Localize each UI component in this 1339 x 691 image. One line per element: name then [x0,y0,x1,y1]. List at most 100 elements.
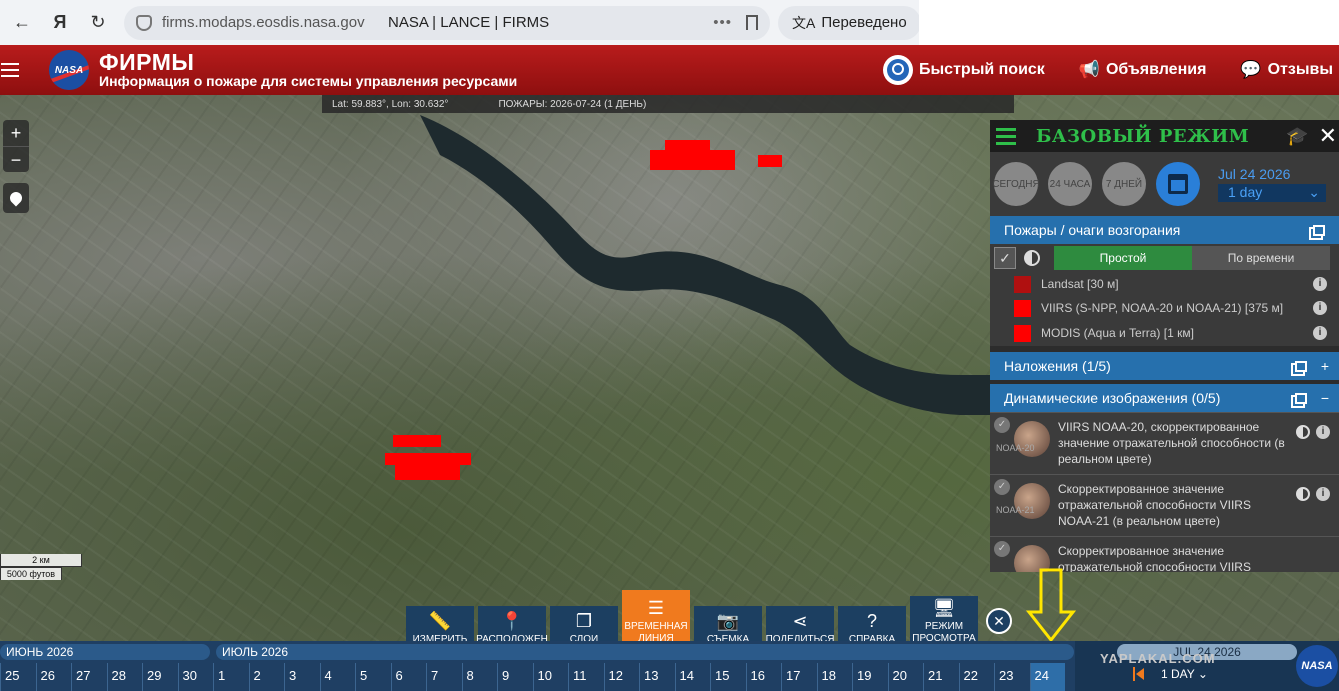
timeline-day[interactable]: 15 [710,663,746,691]
back-arrow-icon[interactable]: ← [6,7,38,39]
timeline-day[interactable]: 1 [213,663,249,691]
timeline-day[interactable]: 26 [35,663,72,691]
timeline-day[interactable]: 14 [674,663,711,691]
zoom-in-button[interactable]: + [3,120,29,146]
timeline-interval[interactable]: 1 DAY ⌄ [1161,667,1208,681]
layer-swatch [1014,299,1031,317]
timeline-day[interactable]: 30 [177,663,214,691]
quick-search-button[interactable]: Быстрый поиск [883,55,1045,85]
timeline-day[interactable]: 2 [248,663,285,691]
timeline-day[interactable]: 22 [958,663,995,691]
check-icon[interactable]: ✓ [994,541,1010,557]
basic-mode-panel: БАЗОВЫЙ РЕЖИМ 🎓 ✕ СЕГОДНЯ 24 ЧАСА 7 ДНЕЙ… [990,120,1339,572]
timeline-day[interactable]: 12 [603,663,640,691]
reload-icon[interactable]: ↻ [82,7,114,39]
timeline-day[interactable]: 7 [426,663,462,691]
calendar-button[interactable] [1156,162,1200,206]
timeline-day[interactable]: 11 [568,663,604,691]
layer-label: MODIS (Aqua и Terra) [1 км] [1041,326,1194,340]
timeline-day[interactable]: 16 [745,663,782,691]
timeline-day[interactable]: 6 [390,663,427,691]
interval-select[interactable]: 1 day ⌄ [1218,184,1326,202]
fire-hotspot[interactable] [758,155,782,167]
fires-mode-row: ✓ Простой По времени [990,244,1339,272]
select-all-checkbox[interactable]: ✓ [994,247,1016,269]
date-controls: СЕГОДНЯ 24 ЧАСА 7 ДНЕЙ Jul 24 2026 1 day… [990,152,1339,216]
mode-time-tab[interactable]: По времени [1192,246,1330,270]
imagery-item[interactable]: ✓ Скорректированное значение отражательн… [990,536,1339,572]
info-icon[interactable]: i [1313,326,1327,340]
layer-modis[interactable]: MODIS (Aqua и Terra) [1 км] i [990,320,1339,346]
timeline-day[interactable]: 9 [497,663,533,691]
copy-icon[interactable] [1294,360,1307,372]
layer-landsat[interactable]: Landsat [30 м] i [990,272,1339,296]
timeline-day[interactable]: 3 [284,663,320,691]
timeline-day[interactable]: 8 [461,663,498,691]
timeline-day[interactable]: 28 [106,663,143,691]
timeline-day[interactable]: 13 [639,663,675,691]
timeline-day[interactable]: 4 [319,663,356,691]
opacity-icon[interactable] [1296,487,1310,501]
timeline-day[interactable]: 10 [532,663,569,691]
opacity-icon[interactable] [1296,425,1310,439]
check-icon[interactable]: ✓ [994,417,1010,433]
translate-button[interactable]: 文A Переведено [778,5,921,40]
opacity-icon[interactable] [1024,250,1040,266]
feedback-button[interactable]: 💬 Отзывы [1240,60,1333,80]
layer-swatch [1014,324,1031,342]
today-button[interactable]: СЕГОДНЯ [992,162,1040,206]
locate-button[interactable] [3,183,29,213]
address-bar[interactable]: firms.modaps.eosdis.nasa.gov NASA | LANC… [124,5,770,40]
fire-hotspot[interactable] [395,463,460,480]
24h-button[interactable]: 24 ЧАСА [1048,162,1092,206]
copy-icon[interactable] [1313,224,1325,236]
bookmark-icon[interactable] [746,15,758,30]
zoom-out-button[interactable]: − [3,146,29,172]
check-icon[interactable]: ✓ [994,479,1010,495]
yandex-icon[interactable]: Я [44,7,76,39]
timeline-day[interactable]: 18 [816,663,853,691]
7days-button[interactable]: 7 ДНЕЙ [1102,162,1146,206]
collapse-minus-icon[interactable]: − [1321,390,1329,406]
fires-section-header[interactable]: Пожары / очаги возгорания [990,216,1339,244]
main-menu-icon[interactable] [1,63,19,77]
info-icon[interactable]: i [1313,277,1327,291]
info-icon[interactable]: i [1316,487,1330,501]
timeline-day[interactable]: 5 [355,663,391,691]
toolbar-close-button[interactable]: ✕ [986,608,1012,634]
close-icon[interactable]: ✕ [1319,123,1337,149]
timeline-day[interactable]: 17 [781,663,817,691]
info-icon[interactable]: i [1316,425,1330,439]
imagery-item[interactable]: ✓ NOAA-21 Скорректированное значение отр… [990,474,1339,536]
camera-icon: 📷 [716,611,740,631]
timeline-button[interactable]: ☰ ВРЕМЕННАЯ ЛИНИЯ [622,590,690,648]
timeline-day[interactable]: 20 [887,663,924,691]
month-june: ИЮНЬ 2026 [0,644,210,660]
timeline-day[interactable]: 27 [71,663,107,691]
announcements-button[interactable]: 📢 Объявления [1079,60,1207,80]
chevron-down-icon: ⌄ [1308,184,1320,200]
step-back-icon[interactable] [1133,667,1145,681]
timeline-day[interactable]: 25 [0,663,36,691]
timeline-day[interactable]: 23 [994,663,1030,691]
copy-icon[interactable] [1294,392,1307,404]
dynamic-images-section-header[interactable]: Динамические изображения (0/5) − [990,384,1339,412]
timeline-day[interactable]: 24 [1029,663,1065,691]
graduation-cap-icon[interactable]: 🎓 [1286,126,1308,147]
fire-hotspot[interactable] [393,435,441,447]
overlays-section-header[interactable]: Наложения (1/5) + [990,352,1339,380]
mode-simple-tab[interactable]: Простой [1054,246,1192,270]
timeline-day[interactable]: 21 [923,663,959,691]
info-icon[interactable]: i [1313,301,1327,315]
timeline-day[interactable]: 19 [852,663,888,691]
quick-search-label: Быстрый поиск [919,61,1045,78]
monitor-icon: 🖥 [932,598,956,618]
expand-plus-icon[interactable]: + [1321,358,1329,374]
fire-hotspot[interactable] [650,150,735,170]
imagery-item[interactable]: ✓ NOAA-20 VIIRS NOAA-20, скорректированн… [990,412,1339,474]
panel-menu-icon[interactable] [996,127,1016,145]
layer-viirs[interactable]: VIIRS (S-NPP, NOAA-20 и NOAA-21) [375 м]… [990,296,1339,320]
more-dots-icon[interactable]: ••• [713,14,732,31]
timeline-day[interactable]: 29 [142,663,178,691]
blank-area [919,0,1339,45]
